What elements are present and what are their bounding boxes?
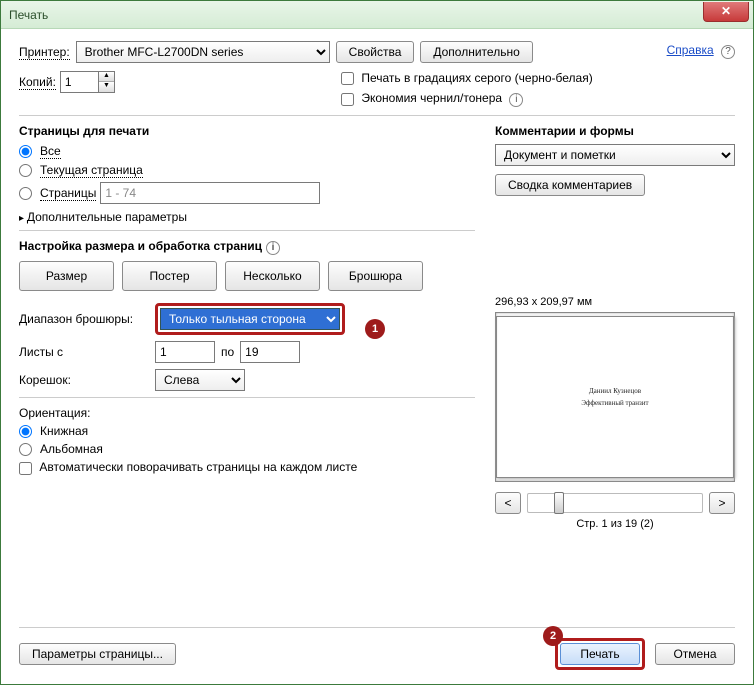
preview-text-2: Эффективный транзит: [581, 399, 648, 407]
callout-2: 2: [543, 626, 563, 646]
window-title: Печать: [9, 8, 703, 22]
advanced-button[interactable]: Дополнительно: [420, 41, 532, 63]
autorotate-checkbox[interactable]: [19, 462, 32, 475]
radio-all-label: Все: [40, 144, 61, 159]
chevron-left-icon: <: [504, 496, 511, 510]
multiple-button[interactable]: Несколько: [225, 261, 320, 291]
booklet-range-label: Диапазон брошюры:: [19, 312, 149, 326]
radio-portrait-label: Книжная: [40, 424, 88, 438]
grayscale-checkbox[interactable]: [341, 72, 354, 85]
chevron-right-icon: >: [718, 496, 725, 510]
spin-down-icon[interactable]: ▼: [99, 82, 114, 92]
info-icon[interactable]: i: [509, 93, 523, 107]
callout-1: 1: [365, 319, 385, 339]
sizing-section-title: Настройка размера и обработка страницi: [19, 239, 475, 255]
printer-label: Принтер:: [19, 45, 70, 60]
properties-button[interactable]: Свойства: [336, 41, 415, 63]
radio-all[interactable]: [19, 145, 32, 158]
dimensions-label: 296,93 x 209,97 мм: [495, 296, 735, 308]
radio-current[interactable]: [19, 164, 32, 177]
copies-input[interactable]: [60, 71, 98, 93]
close-icon: ✕: [721, 4, 731, 18]
orientation-label: Ориентация:: [19, 406, 475, 420]
print-button[interactable]: Печать: [560, 643, 640, 665]
radio-landscape-label: Альбомная: [40, 442, 103, 456]
sheets-from-label: Листы с: [19, 345, 149, 359]
cancel-button[interactable]: Отмена: [655, 643, 735, 665]
poster-button[interactable]: Постер: [122, 261, 217, 291]
spin-up-icon[interactable]: ▲: [99, 72, 114, 82]
sheets-to-input[interactable]: [240, 341, 300, 363]
more-params-disclosure[interactable]: Дополнительные параметры: [19, 210, 475, 224]
radio-landscape[interactable]: [19, 443, 32, 456]
highlight-annotation-1: Только тыльная сторона: [155, 303, 345, 335]
info-icon[interactable]: i: [266, 241, 280, 255]
page-setup-button[interactable]: Параметры страницы...: [19, 643, 176, 665]
grayscale-label: Печать в градациях серого (черно-белая): [361, 71, 592, 85]
print-preview: Даниил Кузнецов Эффективный транзит: [495, 312, 735, 482]
savetoner-checkbox[interactable]: [341, 93, 354, 106]
pages-section-title: Страницы для печати: [19, 124, 475, 138]
binding-select[interactable]: Слева: [155, 369, 245, 391]
prev-page-button[interactable]: <: [495, 492, 521, 514]
next-page-button[interactable]: >: [709, 492, 735, 514]
copies-label: Копий:: [19, 75, 56, 90]
help-link[interactable]: Справка: [667, 43, 714, 57]
slider-thumb[interactable]: [554, 492, 564, 514]
booklet-range-select[interactable]: Только тыльная сторона: [160, 308, 340, 330]
preview-text-1: Даниил Кузнецов: [589, 387, 641, 395]
radio-pages-label: Страницы: [40, 186, 96, 201]
summarize-comments-button[interactable]: Сводка комментариев: [495, 174, 645, 196]
close-button[interactable]: ✕: [703, 2, 749, 22]
sheets-from-input[interactable]: [155, 341, 215, 363]
copies-spinner[interactable]: ▲▼: [60, 71, 115, 93]
size-button[interactable]: Размер: [19, 261, 114, 291]
comments-select[interactable]: Документ и пометки: [495, 144, 735, 166]
printer-select[interactable]: Brother MFC-L2700DN series: [76, 41, 330, 63]
page-slider[interactable]: [527, 493, 703, 513]
binding-label: Корешок:: [19, 373, 149, 387]
autorotate-label: Автоматически поворачивать страницы на к…: [39, 460, 357, 474]
comments-section-title: Комментарии и формы: [495, 124, 735, 138]
highlight-annotation-2: Печать: [555, 638, 645, 670]
radio-pages[interactable]: [19, 187, 32, 200]
radio-current-label: Текущая страница: [40, 163, 143, 178]
sheets-to-label: по: [221, 345, 234, 359]
pages-range-input: [100, 182, 320, 204]
page-info: Стр. 1 из 19 (2): [495, 518, 735, 530]
help-icon[interactable]: ?: [721, 45, 735, 59]
savetoner-label: Экономия чернил/тонера: [361, 91, 502, 105]
booklet-button[interactable]: Брошюра: [328, 261, 423, 291]
radio-portrait[interactable]: [19, 425, 32, 438]
